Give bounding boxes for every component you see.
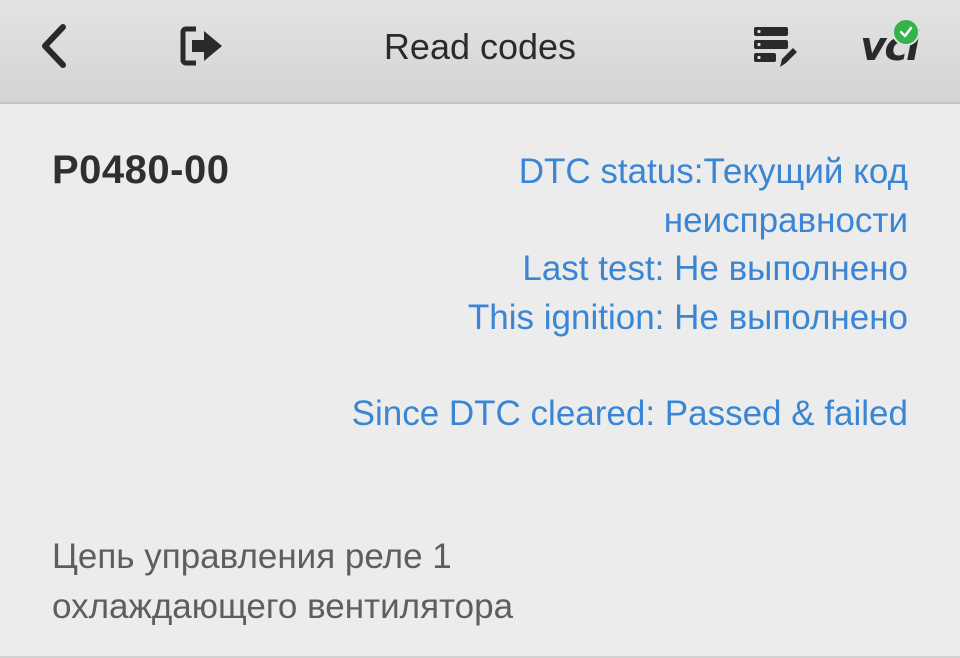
- last-test-text: Last test: Не выполнено: [522, 249, 908, 288]
- dtc-detail-panel: P0480-00 DTC status:Текущий код неисправ…: [0, 104, 960, 658]
- report-edit-icon: [754, 27, 797, 67]
- back-button[interactable]: [24, 16, 84, 76]
- report-button[interactable]: [742, 18, 806, 78]
- this-ignition-text: This ignition: Не выполнено: [467, 297, 908, 337]
- vci-status-button[interactable]: vci: [846, 14, 932, 80]
- top-bar: Read codes vci: [0, 0, 960, 104]
- dtc-status-text: DTC status:Текущий код неисправности: [518, 152, 908, 240]
- exit-button[interactable]: [170, 16, 234, 76]
- dtc-status-block: DTC status:Текущий код неисправности Las…: [348, 148, 908, 439]
- dtc-description: Цепь управления реле 1 охлаждающего вент…: [52, 537, 514, 626]
- since-cleared-text: Since DTC cleared: Passed & failed: [351, 394, 908, 433]
- page-title: Read codes: [383, 26, 577, 67]
- chevron-left-icon: [42, 24, 66, 68]
- exit-icon: [180, 26, 222, 66]
- connected-check-icon: [892, 18, 920, 46]
- dtc-code: P0480-00: [52, 148, 230, 192]
